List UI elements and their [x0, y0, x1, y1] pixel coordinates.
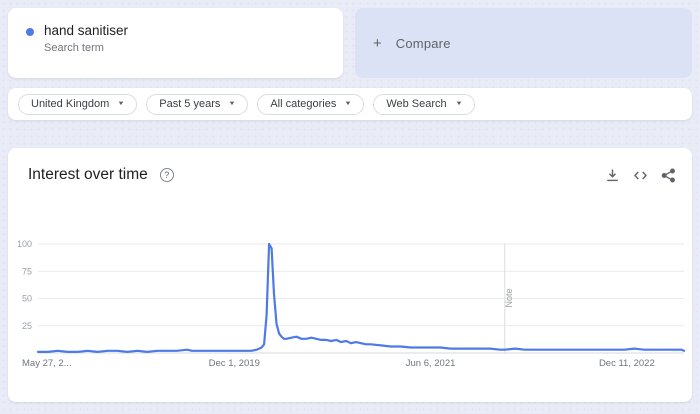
- time-range-filter-label: Past 5 years: [159, 98, 220, 110]
- svg-text:Dec 11, 2022: Dec 11, 2022: [599, 358, 655, 369]
- svg-text:50: 50: [22, 294, 32, 304]
- svg-text:May 27, 2...: May 27, 2...: [22, 358, 72, 369]
- add-comparison-button[interactable]: + Compare: [355, 8, 692, 78]
- download-icon[interactable]: [605, 168, 620, 183]
- filter-bar: United Kingdom ▼ Past 5 years ▼ All cate…: [8, 88, 692, 120]
- region-filter-dropdown[interactable]: United Kingdom ▼: [18, 94, 137, 115]
- chevron-down-icon: ▼: [117, 101, 125, 107]
- chevron-down-icon: ▼: [455, 101, 463, 107]
- search-term-card[interactable]: hand sanitiser Search term: [8, 8, 343, 78]
- search-type-filter-dropdown[interactable]: Web Search ▼: [373, 94, 474, 115]
- chevron-down-icon: ▼: [344, 101, 352, 107]
- time-range-filter-dropdown[interactable]: Past 5 years ▼: [146, 94, 248, 115]
- interest-over-time-chart[interactable]: 25 50 75 100 Note May 27, 2... Dec 1, 2019 Jun …: [8, 228, 692, 388]
- svg-text:Note: Note: [504, 288, 514, 307]
- svg-text:Jun 6, 2021: Jun 6, 2021: [406, 358, 456, 369]
- category-filter-label: All categories: [270, 98, 336, 110]
- share-icon[interactable]: [661, 168, 676, 183]
- chevron-down-icon: ▼: [228, 101, 236, 107]
- region-filter-label: United Kingdom: [31, 98, 109, 110]
- svg-text:75: 75: [22, 266, 32, 276]
- compare-label: Compare: [396, 36, 451, 51]
- svg-text:Dec 1, 2019: Dec 1, 2019: [209, 358, 260, 369]
- search-term-type: Search term: [44, 42, 128, 54]
- search-type-filter-label: Web Search: [386, 98, 446, 110]
- search-term-label: hand sanitiser: [44, 22, 128, 40]
- svg-text:25: 25: [22, 321, 32, 331]
- chart-title: Interest over time: [28, 166, 148, 184]
- interest-over-time-card: Interest over time ?: [8, 148, 692, 402]
- category-filter-dropdown[interactable]: All categories ▼: [257, 94, 364, 115]
- plus-icon: +: [373, 35, 382, 52]
- help-icon[interactable]: ?: [160, 168, 174, 182]
- svg-text:100: 100: [17, 239, 32, 249]
- series-color-dot: [26, 28, 34, 36]
- embed-icon[interactable]: [633, 168, 648, 183]
